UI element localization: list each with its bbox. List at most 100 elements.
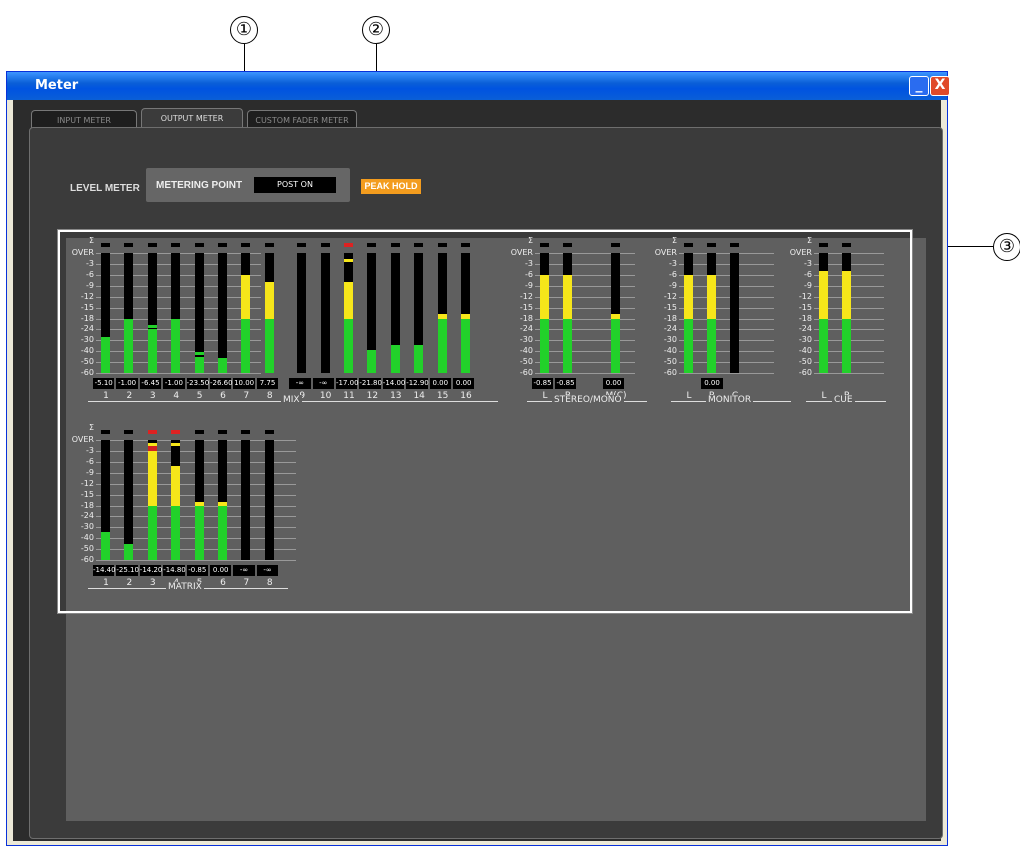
mix-over-4 bbox=[194, 243, 204, 247]
monitor-grid-12 bbox=[679, 372, 774, 374]
monitor-over-2 bbox=[730, 243, 739, 247]
mix-scale-10: -40 bbox=[80, 346, 94, 356]
cue-label: CUE bbox=[832, 395, 855, 406]
stereo_mono-scale-9: -30 bbox=[519, 335, 533, 345]
mix-ch-9: 10 bbox=[319, 390, 332, 401]
monitor-scale-9: -30 bbox=[663, 335, 677, 345]
stereo_mono-value-0: -0.85 bbox=[532, 378, 553, 390]
mix-over-9 bbox=[320, 243, 330, 247]
callout-3: ③ bbox=[993, 233, 1020, 261]
monitor-yellow-1 bbox=[707, 275, 716, 319]
stereo_mono-over-0 bbox=[540, 243, 549, 247]
cue-over-0 bbox=[819, 243, 828, 247]
stereo_mono-scale-5: -12 bbox=[519, 291, 533, 301]
mix-ch-11: 12 bbox=[366, 390, 379, 401]
stereo_mono-green-0 bbox=[540, 318, 549, 373]
mix-peak-10 bbox=[344, 259, 353, 263]
mix-green-1 bbox=[124, 318, 134, 373]
matrix-yellow-4 bbox=[194, 501, 204, 506]
mix-over-10 bbox=[344, 243, 353, 247]
monitor-scale-8: -24 bbox=[663, 324, 677, 334]
matrix-value-3: -14.80 bbox=[163, 565, 186, 577]
client-area: INPUT METER OUTPUT METER CUSTOM FADER ME… bbox=[13, 100, 943, 841]
matrix-scale-7: -18 bbox=[80, 500, 94, 510]
matrix-yellow-2 bbox=[147, 451, 157, 506]
stereo_mono-grid-11 bbox=[535, 362, 635, 364]
stereo_mono-green-1 bbox=[563, 318, 572, 373]
mix-value-4: -23.50 bbox=[186, 378, 210, 390]
matrix-yellow-3 bbox=[171, 465, 181, 506]
mix-over-5 bbox=[218, 243, 227, 247]
matrix-value-2: -14.20 bbox=[139, 565, 163, 577]
monitor-grid-9 bbox=[679, 340, 774, 342]
mix-value-8: -∞ bbox=[289, 378, 311, 390]
mix-value-2: -6.45 bbox=[139, 378, 162, 390]
matrix-value-5: 0.00 bbox=[210, 565, 232, 577]
stereo_mono-scale-2: -3 bbox=[525, 259, 533, 269]
matrix-label: MATRIX bbox=[166, 582, 204, 593]
mix-meter-8 bbox=[297, 253, 307, 373]
mix-value-15: 0.00 bbox=[453, 378, 475, 390]
mix-over-6 bbox=[241, 243, 251, 247]
matrix-scale-12: -60 bbox=[80, 554, 94, 564]
monitor-grid-6 bbox=[679, 307, 774, 309]
cue-yellow-1 bbox=[842, 271, 851, 319]
matrix-value-0: -14.40 bbox=[93, 565, 116, 577]
callout-2: ② bbox=[362, 16, 390, 44]
close-button[interactable]: X bbox=[930, 76, 950, 96]
cue-scale-1: OVER bbox=[789, 248, 812, 258]
matrix-scale-2: -3 bbox=[86, 446, 94, 456]
stereo_mono-scale-3: -6 bbox=[525, 270, 533, 279]
metering-point-label: METERING POINT bbox=[156, 180, 243, 191]
monitor-scale-3: -6 bbox=[669, 270, 677, 279]
minimize-button[interactable]: _ bbox=[909, 76, 929, 96]
monitor-grid-2 bbox=[679, 264, 774, 266]
cue-scale-8: -24 bbox=[798, 324, 812, 334]
mix-green-11 bbox=[367, 353, 377, 373]
matrix-ch-6: 7 bbox=[243, 577, 250, 588]
matrix-scale-4: -9 bbox=[86, 467, 94, 477]
mix-value-0: -5.10 bbox=[93, 378, 115, 390]
monitor-scale-10: -40 bbox=[663, 346, 677, 356]
metering-point-select[interactable]: POST ON bbox=[254, 177, 336, 193]
mix-scale-3: -6 bbox=[86, 270, 94, 279]
title-bar[interactable]: Meter _ X bbox=[7, 72, 950, 100]
matrix-meter-6 bbox=[241, 440, 251, 560]
monitor-grid-8 bbox=[679, 329, 774, 331]
stereo_mono-scale-4: -9 bbox=[525, 280, 533, 290]
mix-ch-0: 1 bbox=[103, 390, 109, 401]
matrix-over-6 bbox=[241, 430, 251, 434]
mix-peak-15 bbox=[461, 313, 470, 317]
stereo_mono-value-1: -0.85 bbox=[555, 378, 576, 390]
mix-scale-0: Σ bbox=[88, 236, 94, 245]
stereo_mono-grid-7 bbox=[535, 318, 635, 320]
mix-value-9: -∞ bbox=[312, 378, 334, 390]
mix-ch-7: 8 bbox=[266, 390, 273, 401]
matrix-green-4 bbox=[194, 505, 204, 560]
cue-green-1 bbox=[842, 318, 851, 373]
monitor-grid-4 bbox=[679, 285, 774, 287]
mix-green-12 bbox=[390, 344, 400, 373]
mix-scale-1: OVER bbox=[71, 248, 94, 258]
mix-green-10 bbox=[344, 318, 353, 373]
mix-value-5: -26.60 bbox=[210, 378, 233, 390]
mix-peak-14 bbox=[437, 313, 447, 317]
mix-scale-2: -3 bbox=[86, 259, 94, 269]
monitor-grid-3 bbox=[679, 275, 774, 276]
mix-label: MIX bbox=[281, 395, 302, 406]
stereo_mono-scale-7: -18 bbox=[519, 313, 533, 323]
cue-scale-4: -9 bbox=[804, 280, 812, 290]
matrix-scale-10: -40 bbox=[80, 533, 94, 543]
mix-green-4 bbox=[194, 356, 204, 373]
cue-yellow-0 bbox=[819, 271, 828, 319]
monitor-scale-12: -60 bbox=[663, 367, 677, 377]
monitor-scale-0: Σ bbox=[671, 236, 677, 245]
peak-hold-button[interactable]: PEAK HOLD bbox=[361, 179, 421, 194]
mix-over-13 bbox=[414, 243, 424, 247]
level-meter-label: LEVEL METER bbox=[70, 183, 140, 194]
matrix-ch-2: 3 bbox=[149, 577, 156, 588]
cue-scale-11: -50 bbox=[798, 357, 812, 367]
monitor-value: 0.00 bbox=[701, 378, 723, 390]
mix-ch-5: 6 bbox=[220, 390, 226, 401]
matrix-over-1 bbox=[124, 430, 134, 434]
